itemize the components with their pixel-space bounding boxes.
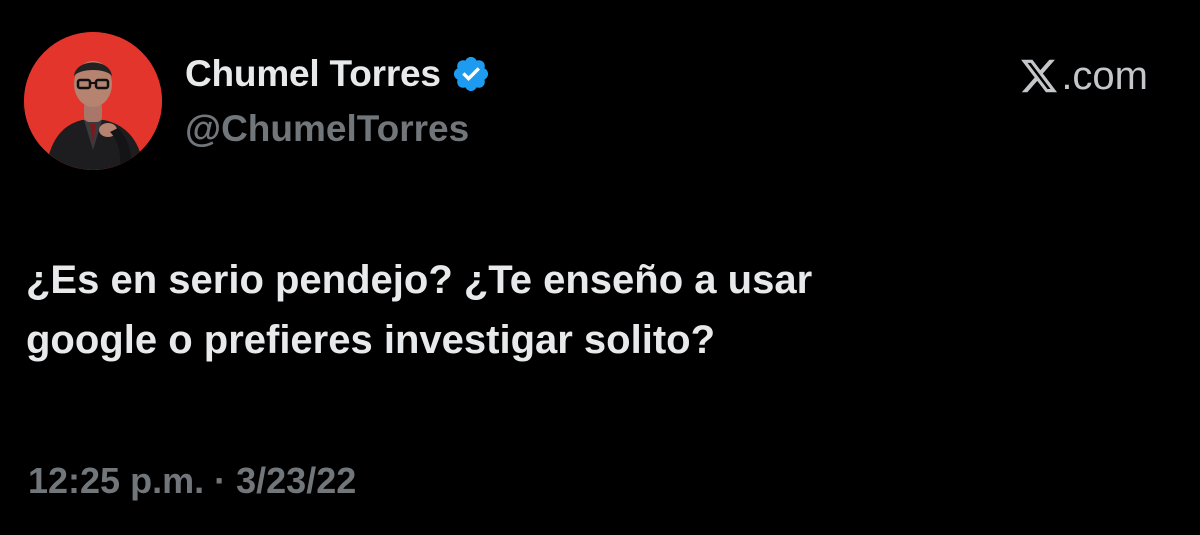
author-name-row: Chumel Torres <box>185 50 491 98</box>
brand-domain-text: .com <box>1061 53 1148 98</box>
person-portrait-icon <box>24 32 162 170</box>
author-handle[interactable]: @ChumelTorres <box>185 108 469 150</box>
tweet-text-line: ¿Es en serio pendejo? ¿Te enseño a usar <box>26 258 813 302</box>
tweet-time: 12:25 p.m. <box>28 460 205 501</box>
tweet-card: Chumel Torres @ChumelTorres .com ¿Es en … <box>0 0 1200 535</box>
timestamp-separator: · <box>214 460 227 501</box>
x-logo-icon <box>1019 56 1059 96</box>
verified-badge-icon <box>451 54 491 94</box>
avatar[interactable] <box>24 32 162 170</box>
author-display-name[interactable]: Chumel Torres <box>185 53 441 95</box>
brand-watermark: .com <box>1019 52 1148 100</box>
tweet-timestamp[interactable]: 12:25 p.m. · 3/23/22 <box>28 460 356 502</box>
tweet-date: 3/23/22 <box>236 460 357 501</box>
tweet-body: ¿Es en serio pendejo? ¿Te enseño a usar … <box>26 250 1166 370</box>
tweet-text-line: google o prefieres investigar solito? <box>26 318 716 362</box>
